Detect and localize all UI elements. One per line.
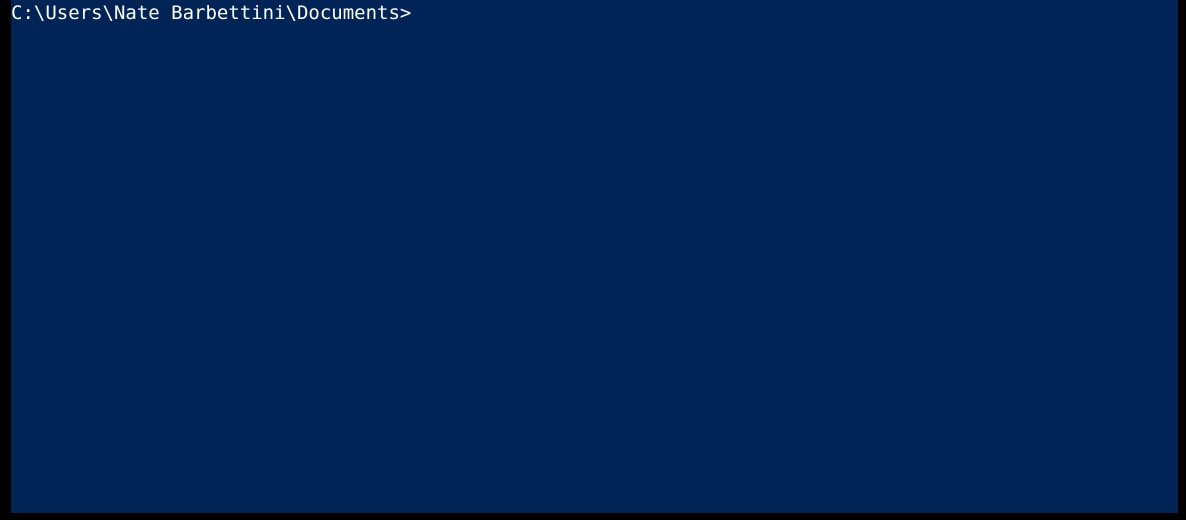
prompt-line: C:\Users\Nate Barbettini\Documents> bbox=[11, 2, 1178, 25]
terminal-viewport[interactable]: C:\Users\Nate Barbettini\Documents> bbox=[11, 0, 1178, 513]
command-input[interactable] bbox=[411, 2, 1178, 24]
prompt-path: C:\Users\Nate Barbettini\Documents> bbox=[11, 2, 411, 25]
